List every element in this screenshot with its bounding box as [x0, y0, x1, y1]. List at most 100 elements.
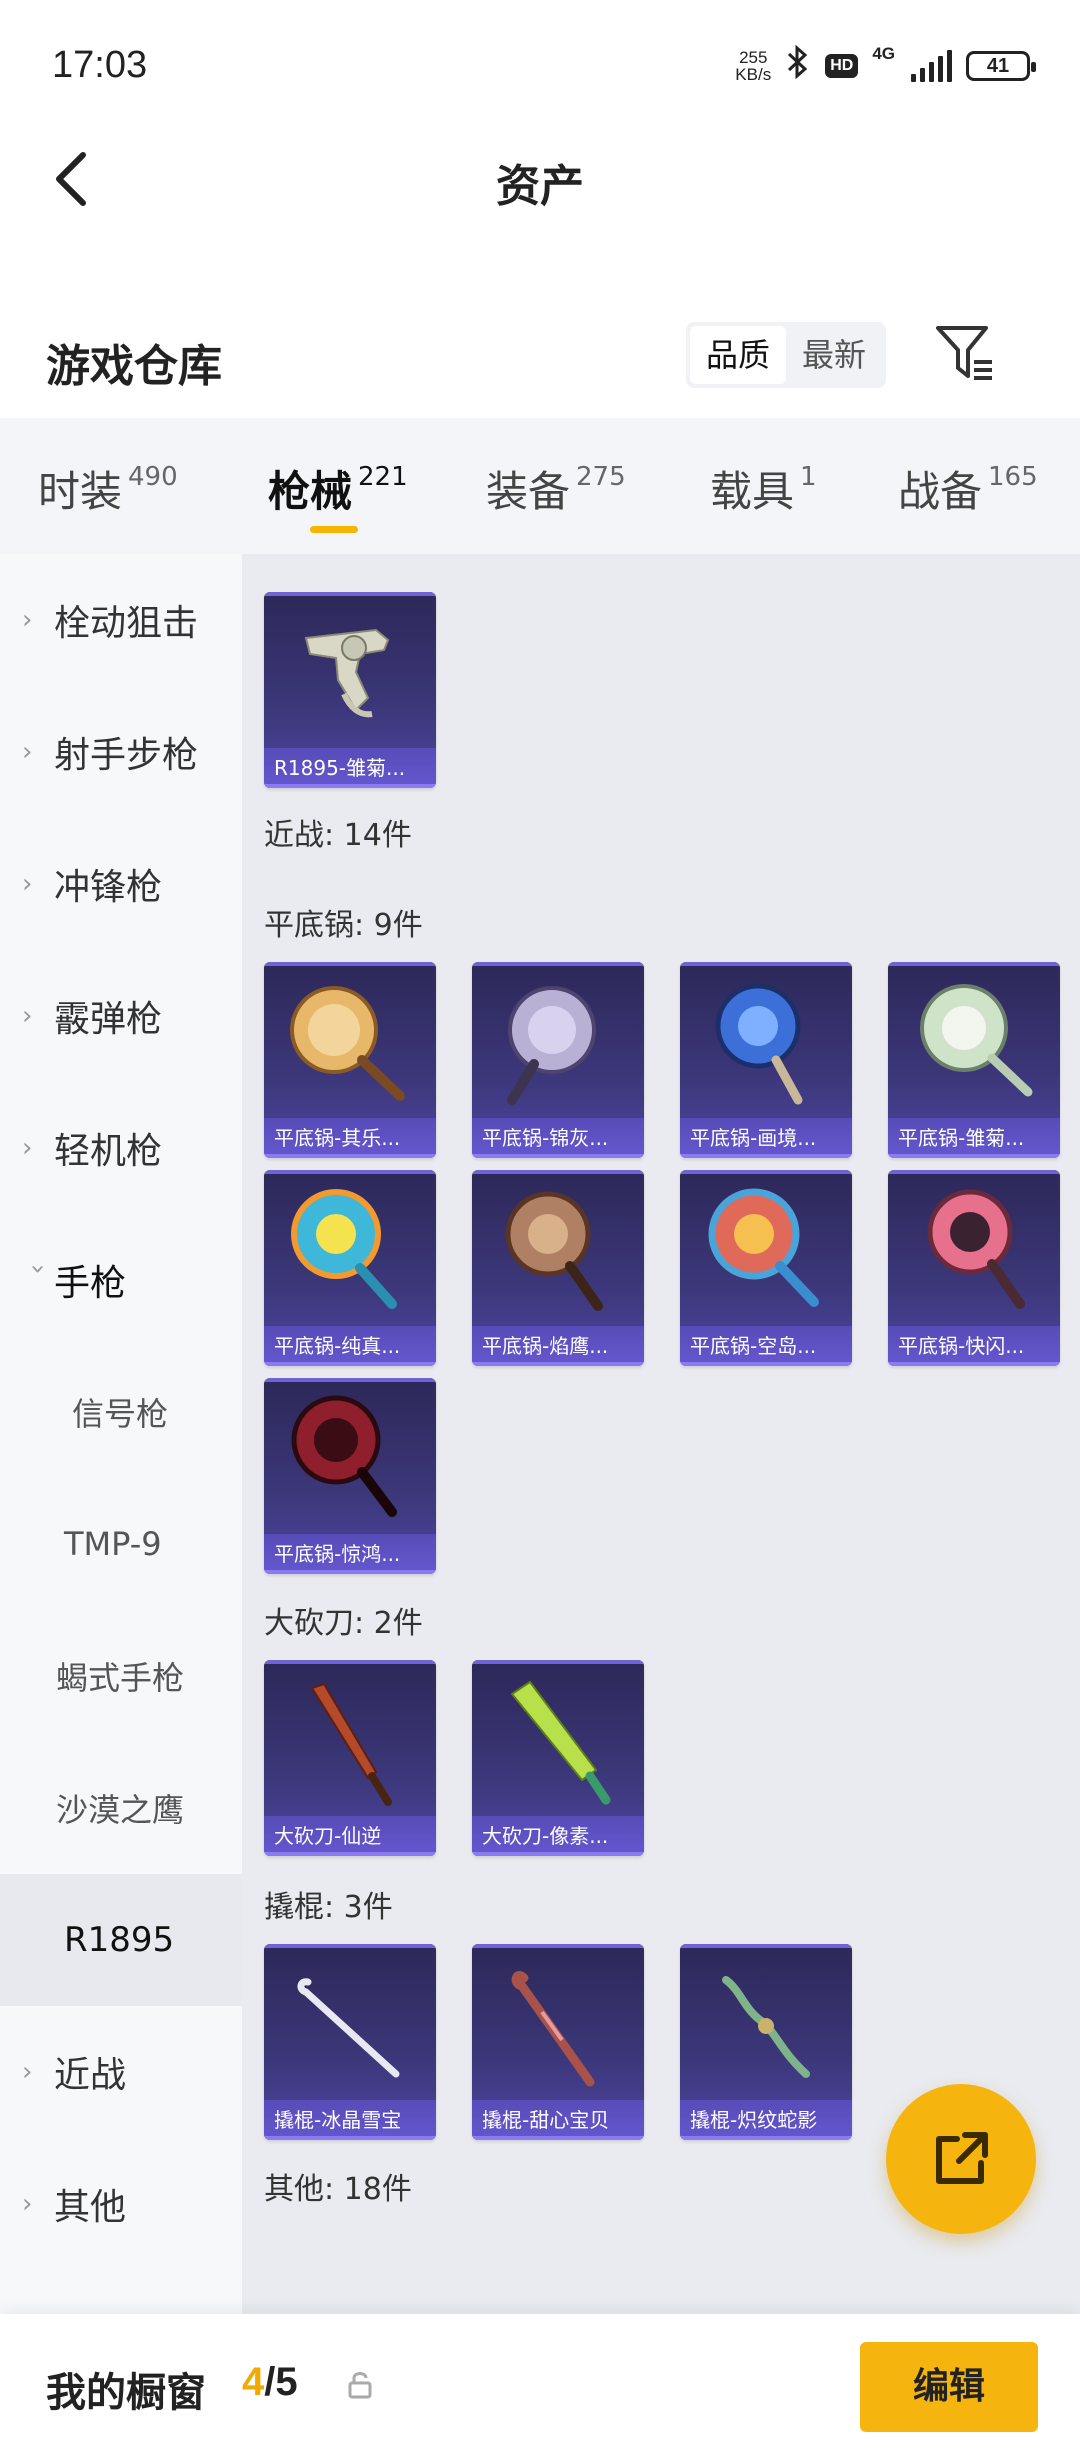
sidebar-subitem-tmp9[interactable]: TMP-9 [0, 1478, 242, 1610]
status-bar: 17:03 255 KB/s HD 4G 41 [0, 0, 1080, 130]
sidebar-item-shotgun[interactable]: › 霰弹枪 [0, 950, 242, 1082]
item-card[interactable]: 平底锅-快闪... [888, 1170, 1060, 1366]
item-card-name: 平底锅-焰鹰... [472, 1326, 644, 1366]
sidebar-subitem-skorpion[interactable]: 蝎式手枪 [0, 1610, 242, 1742]
item-card-name: 平底锅-纯真... [264, 1326, 436, 1366]
tab-equipment[interactable]: 装备 275 [486, 458, 626, 519]
item-card-name: 大砍刀-仙逆 [264, 1816, 436, 1856]
sidebar-subitem-flare-gun[interactable]: 信号枪 [0, 1346, 242, 1478]
share-export-icon [936, 2132, 988, 2184]
item-card-name: R1895-雏菊... [264, 748, 436, 788]
status-time: 17:03 [52, 44, 148, 86]
sidebar-item-lmg[interactable]: › 轻机枪 [0, 1082, 242, 1214]
item-card-name: 平底锅-空岛... [680, 1326, 852, 1366]
machete-icon [310, 1682, 392, 1806]
item-card-name: 平底锅-惊鸿... [264, 1534, 436, 1574]
sort-toggle: 品质 最新 [686, 322, 887, 388]
app-header: 资产 [0, 130, 1080, 230]
item-card[interactable]: 平底锅-其乐... [264, 962, 436, 1158]
sort-latest-button[interactable]: 最新 [786, 326, 882, 384]
item-card[interactable]: 撬棍-炽纹蛇影 [680, 1944, 852, 2140]
tab-firearms[interactable]: 枪械 221 [268, 458, 408, 519]
item-grid-panel: R1895-雏菊... 近战: 14件 平底锅: 9件 平底锅-其乐... 平底… [242, 554, 1080, 2314]
group-label-pan: 平底锅: 9件 [264, 908, 423, 943]
group-label-other: 其他: 18件 [264, 2172, 412, 2207]
filter-icon [936, 326, 992, 380]
group-label-melee: 近战: 14件 [264, 818, 412, 853]
lock-icon [348, 2372, 372, 2399]
sidebar-item-label: 信号枪 [72, 1395, 169, 1433]
tab-label: 战备 [898, 467, 983, 516]
net-speed-unit: KB/s [735, 65, 772, 84]
showcase-label: 我的橱窗 [46, 2370, 206, 2416]
filter-button[interactable] [930, 318, 1000, 388]
sidebar-item-label: TMP-9 [64, 1525, 162, 1563]
sidebar-item-label: 蝎式手枪 [56, 1659, 185, 1697]
weapon-category-sidebar: › 栓动狙击 › 射手步枪 › 冲锋枪 › 霰弹枪 › 轻机枪 › 手枪 信号枪 TMP-9… [0, 554, 242, 2314]
item-card[interactable]: 平底锅-锦灰... [472, 962, 644, 1158]
item-card[interactable]: 平底锅-画境... [680, 962, 852, 1158]
sidebar-item-label: R1895 [64, 1920, 175, 1960]
showcase-count-total: /5 [264, 2360, 298, 2404]
crowbar-icon [297, 1978, 400, 2078]
sidebar-item-label: 其他 [54, 2187, 127, 2228]
item-card[interactable]: 平底锅-纯真... [264, 1170, 436, 1366]
tab-label: 枪械 [268, 467, 353, 516]
pan-icon [291, 1395, 397, 1517]
section-title: 游戏仓库 [46, 341, 222, 392]
sidebar-item-marksman-rifle[interactable]: › 射手步枪 [0, 686, 242, 818]
item-card[interactable]: 撬棍-冰晶雪宝 [264, 1944, 436, 2140]
sidebar-item-other[interactable]: › 其他 [0, 2138, 242, 2270]
sidebar-subitem-desert-eagle[interactable]: 沙漠之鹰 [0, 1742, 242, 1874]
chevron-right-icon: › [22, 869, 33, 899]
item-card[interactable]: 平底锅-雏菊... [888, 962, 1060, 1158]
item-card[interactable]: 大砍刀-仙逆 [264, 1660, 436, 1856]
sidebar-item-melee[interactable]: › 近战 [0, 2006, 242, 2138]
chevron-right-icon: › [22, 737, 33, 767]
item-card-name: 平底锅-锦灰... [472, 1118, 644, 1158]
tab-count: 490 [128, 462, 178, 492]
item-card-name: 平底锅-快闪... [888, 1326, 1060, 1366]
sidebar-item-smg[interactable]: › 冲锋枪 [0, 818, 242, 950]
sidebar-item-label: 射手步枪 [54, 735, 199, 776]
item-card[interactable]: 平底锅-空岛... [680, 1170, 852, 1366]
item-card[interactable]: 大砍刀-像素... [472, 1660, 644, 1856]
pan-icon [507, 986, 596, 1105]
tab-count: 275 [576, 462, 626, 492]
active-tab-indicator [310, 526, 358, 533]
tab-supplies[interactable]: 战备 165 [898, 458, 1038, 519]
crowbar-icon [722, 1976, 810, 2078]
item-card[interactable]: R1895-雏菊... [264, 592, 436, 788]
sidebar-item-label: 霰弹枪 [54, 999, 163, 1040]
battery-icon: 41 [966, 51, 1036, 81]
sidebar-subitem-r1895[interactable]: R1895 [0, 1874, 242, 2006]
sidebar-item-label: 手枪 [54, 1263, 127, 1304]
chevron-right-icon: › [22, 1001, 33, 1031]
sidebar-item-label: 近战 [54, 2055, 127, 2096]
pan-icon [920, 984, 1033, 1097]
item-card[interactable]: 撬棍-甜心宝贝 [472, 1944, 644, 2140]
item-card-name: 撬棍-冰晶雪宝 [264, 2100, 436, 2140]
pan-icon [505, 1191, 603, 1311]
net-speed-value: 255 [739, 48, 768, 67]
share-export-button[interactable] [886, 2084, 1036, 2234]
chevron-down-icon: › [23, 1264, 53, 1275]
sidebar-item-label: 栓动狙击 [54, 603, 199, 644]
tab-vehicles[interactable]: 载具 1 [710, 458, 817, 519]
tab-fashion[interactable]: 时装 490 [38, 458, 178, 519]
pan-icon [291, 1189, 397, 1309]
item-card[interactable]: 平底锅-焰鹰... [472, 1170, 644, 1366]
group-label-machete: 大砍刀: 2件 [264, 1606, 423, 1641]
showcase-bar: 我的橱窗 4/5 编辑 [0, 2314, 1080, 2460]
sidebar-item-pistol[interactable]: › 手枪 [0, 1214, 242, 1346]
pan-icon [715, 983, 803, 1105]
tab-count: 165 [988, 462, 1038, 492]
net-speed: 255 KB/s [735, 49, 771, 83]
item-card[interactable]: 平底锅-惊鸿... [264, 1378, 436, 1574]
item-card-name: 大砍刀-像素... [472, 1816, 644, 1856]
edit-button[interactable]: 编辑 [860, 2342, 1038, 2432]
sidebar-item-label: 沙漠之鹰 [56, 1791, 185, 1829]
sidebar-item-bolt-sniper[interactable]: › 栓动狙击 [0, 554, 242, 686]
sort-quality-button[interactable]: 品质 [690, 326, 787, 384]
category-tabs: 时装 490 枪械 221 装备 275 载具 1 战备 165 [0, 418, 1080, 554]
